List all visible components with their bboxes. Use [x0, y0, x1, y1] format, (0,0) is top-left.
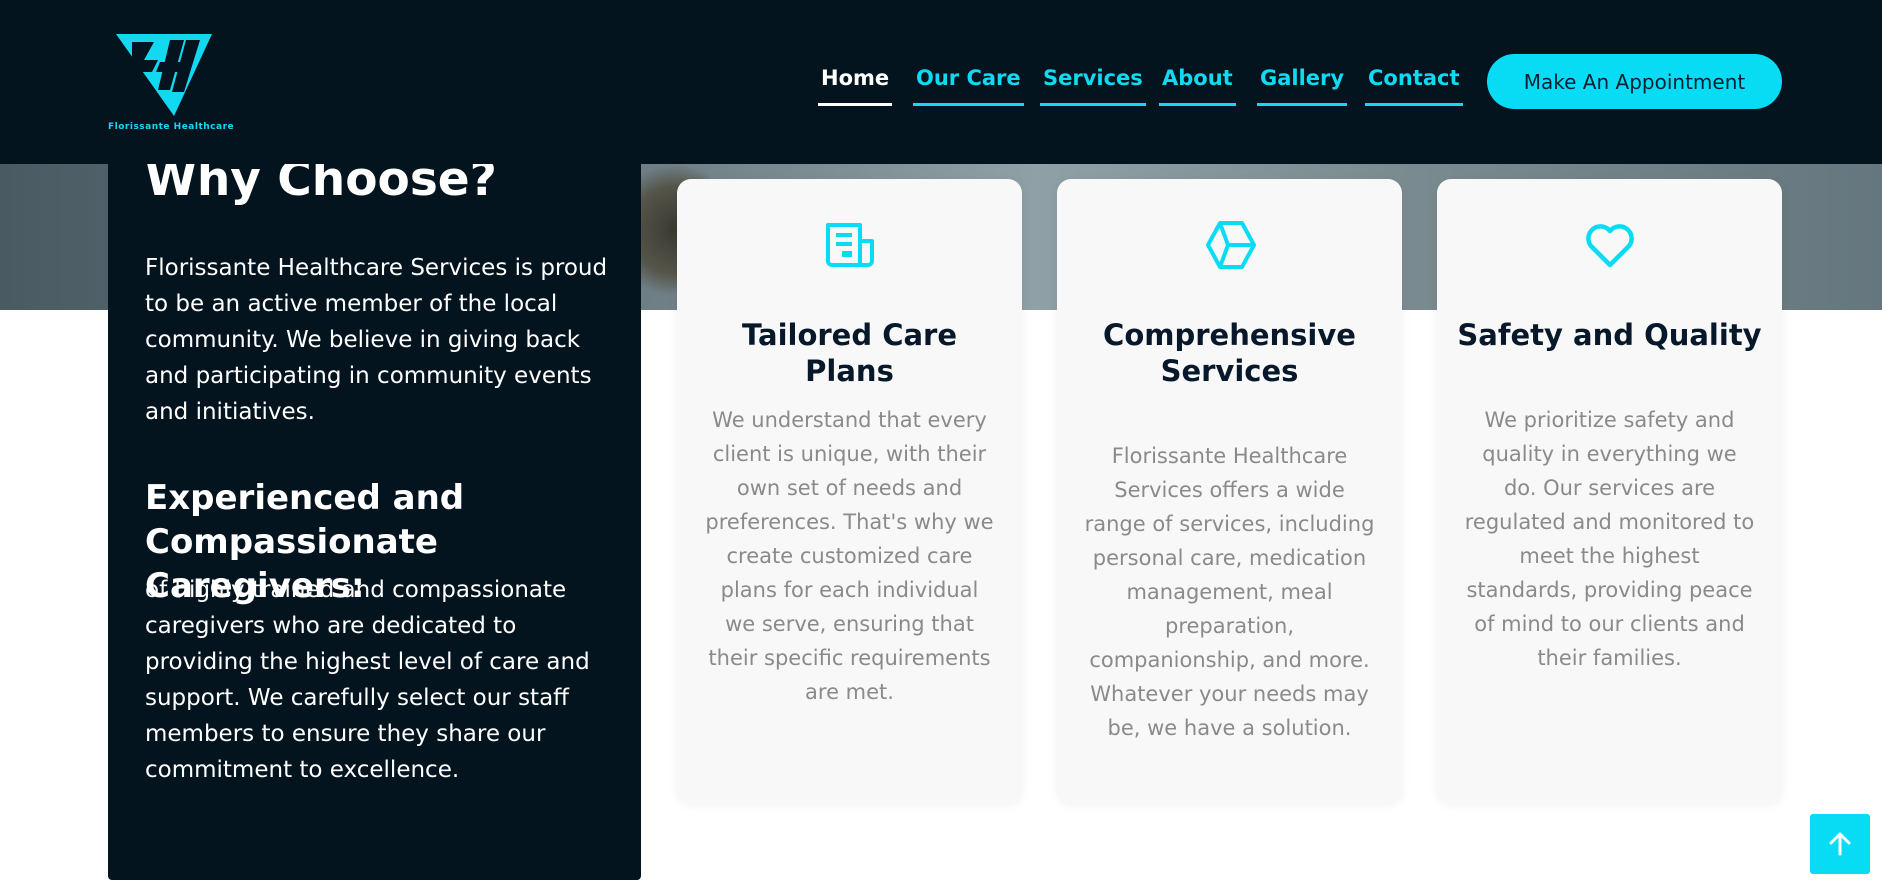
logo-text: Florissante Healthcare	[108, 122, 235, 132]
feature-card-comprehensive-services: Comprehensive Services Florissante Healt…	[1057, 179, 1402, 803]
cube-icon	[1206, 221, 1256, 269]
card-title: Safety and Quality	[1457, 318, 1762, 352]
nav-item-home[interactable]: Home	[818, 62, 893, 106]
nav-item-gallery[interactable]: Gallery	[1257, 62, 1348, 106]
logo-mark-icon	[116, 34, 212, 116]
feature-card-tailored-care: Tailored Care Plans We understand that e…	[677, 179, 1022, 803]
nav-item-about[interactable]: About	[1159, 62, 1236, 106]
why-choose-intro: Florissante Healthcare Services is proud…	[145, 255, 608, 425]
nav-item-services[interactable]: Services	[1040, 62, 1146, 106]
nav-item-our-care[interactable]: Our Care	[913, 62, 1024, 106]
card-title: Comprehensive Services	[1103, 318, 1356, 388]
caregivers-text: of highly trained and compassionate care…	[145, 577, 590, 783]
arrow-up-icon	[1829, 832, 1851, 856]
back-to-top-button[interactable]	[1810, 814, 1870, 874]
nav-item-contact[interactable]: Contact	[1365, 62, 1463, 106]
why-choose-panel: Why Choose? Florissante Healthcare Servi…	[108, 150, 641, 880]
card-title: Tailored Care Plans	[741, 318, 958, 388]
card-text: We prioritize safety and quality in ever…	[1464, 408, 1755, 670]
feature-card-safety-quality: Safety and Quality We prioritize safety …	[1437, 179, 1782, 803]
card-text: We understand that every client is uniqu…	[705, 408, 994, 704]
site-header: Florissante Healthcare Home Our Care Ser…	[0, 0, 1882, 164]
document-icon	[826, 223, 874, 267]
heart-icon	[1586, 224, 1634, 268]
site-logo[interactable]: Florissante Healthcare	[108, 28, 234, 138]
make-appointment-button[interactable]: Make An Appointment	[1487, 54, 1782, 109]
card-text: Florissante Healthcare Services offers a…	[1084, 444, 1375, 740]
